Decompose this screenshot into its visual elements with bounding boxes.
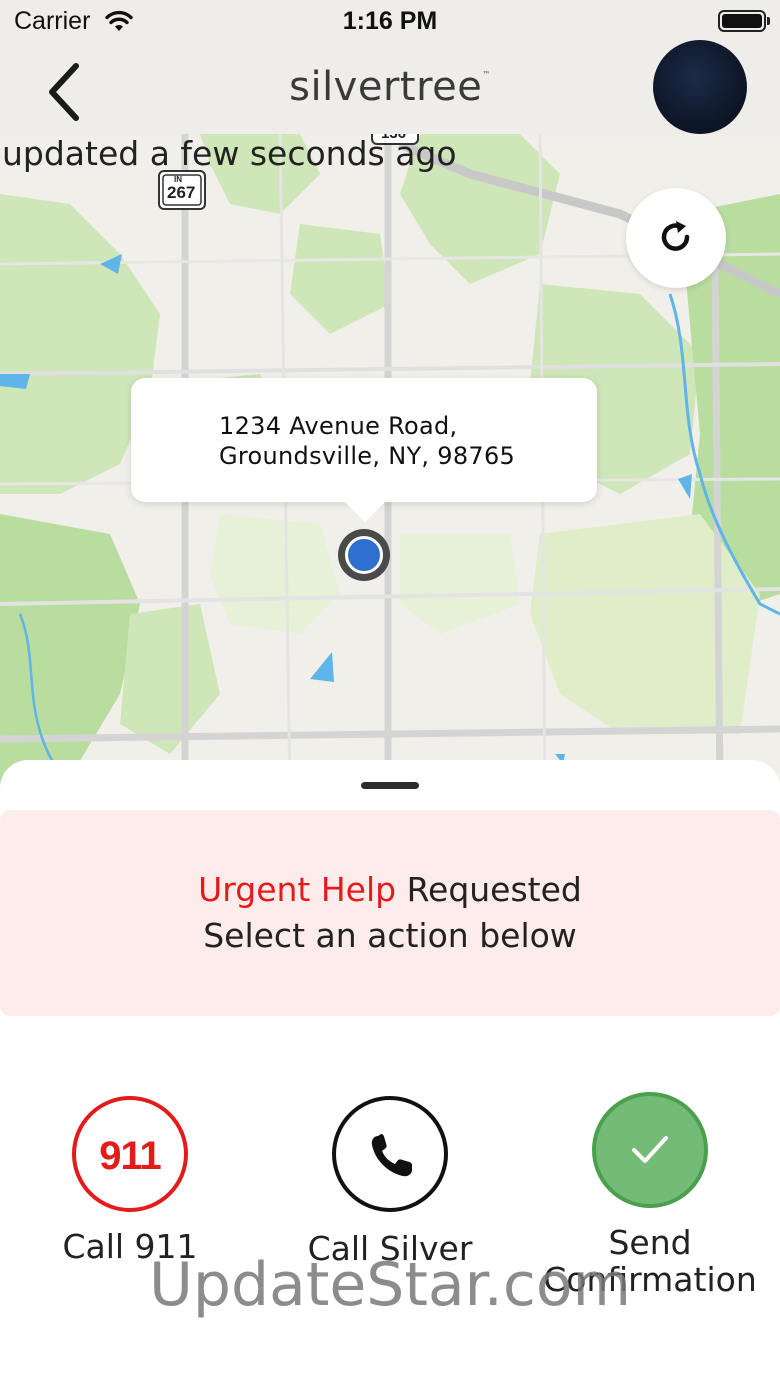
- location-pin-icon[interactable]: [338, 529, 390, 581]
- call-911-badge: 911: [99, 1134, 162, 1178]
- watermark: UpdateStar.com: [148, 1250, 632, 1320]
- address-line-1: 1234 Avenue Road,: [219, 412, 458, 440]
- status-time: 1:16 PM: [342, 7, 438, 35]
- urgent-help-text: Urgent Help: [198, 870, 397, 909]
- nav-bar: silvertree™: [0, 40, 780, 134]
- logo-text: silvertree: [289, 64, 483, 110]
- call-911-icon: 911: [72, 1096, 188, 1212]
- requested-text: Requested: [396, 870, 582, 909]
- sheet-grabber-handle[interactable]: [361, 782, 419, 789]
- logo-trademark: ™: [482, 70, 491, 79]
- phone-icon: [332, 1096, 448, 1212]
- avatar[interactable]: [653, 40, 747, 134]
- updated-timestamp: updated a few seconds ago: [2, 134, 457, 173]
- route-shield-number: 267: [167, 183, 196, 202]
- address-line-2: Groundsville, NY, 98765: [219, 442, 516, 470]
- urgent-alert-box: Urgent Help Requested Select an action b…: [0, 810, 780, 1016]
- checkmark-icon: [592, 1092, 708, 1208]
- callout-pointer: [343, 500, 387, 522]
- address-callout: 1234 Avenue Road, Groundsville, NY, 9876…: [131, 378, 597, 502]
- status-bar: Carrier 1:16 PM: [0, 0, 780, 44]
- battery-cap: [767, 17, 770, 25]
- battery-icon: [718, 10, 766, 32]
- alert-title: Urgent Help Requested: [0, 870, 780, 909]
- alert-subtitle: Select an action below: [203, 916, 577, 955]
- refresh-button[interactable]: [626, 188, 726, 288]
- refresh-icon: [661, 221, 690, 251]
- map-view[interactable]: IN 267 136 updated a few seconds ago 123…: [0, 134, 780, 794]
